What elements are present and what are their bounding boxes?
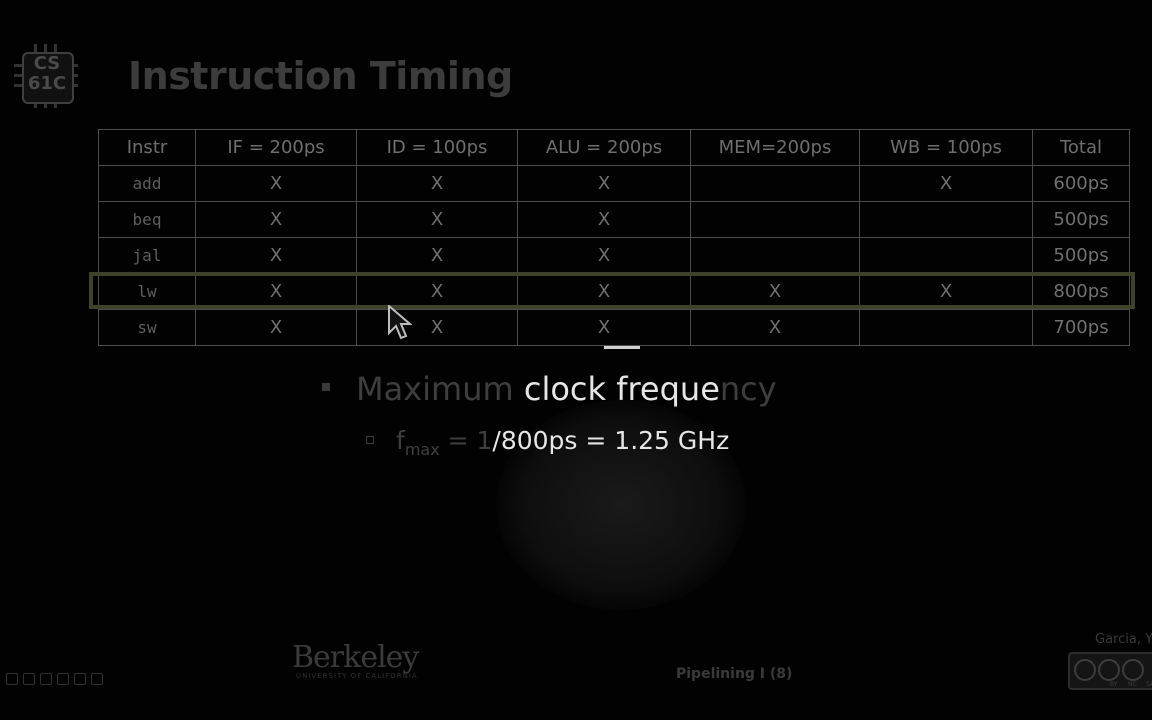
header-alu: ALU = 200ps [517,129,691,166]
zoom-icon[interactable] [57,673,69,685]
slide-control-icons[interactable] [6,670,108,685]
stage-cell: X [517,237,691,274]
instr-cell: jal [98,237,196,274]
prev-slide-icon[interactable] [6,673,18,685]
stage-cell [859,201,1033,238]
cc-sa-label: SA [1146,681,1152,688]
stage-cell [690,201,860,238]
stage-cell: X [195,237,357,274]
berkeley-logo-subtitle: UNIVERSITY OF CALIFORNIA [296,672,418,680]
slide: CS 61C Instruction Timing Instr IF = 200… [0,0,1152,720]
bullet-square-icon [322,383,330,391]
instr-cell: sw [98,309,196,346]
fmax-eq-dim: = 1 [439,426,493,455]
stage-cell [859,309,1033,346]
table-row: jal X X X 500ps [98,237,1130,274]
stage-cell: X [356,201,518,238]
instr-cell: add [98,165,196,202]
slides-grid-icon[interactable] [40,673,52,685]
stage-cell: X [195,201,357,238]
bullet-max-clock: Maximum clock frequency [322,370,777,408]
header-mem: MEM=200ps [690,129,860,166]
header-id: ID = 100ps [356,129,518,166]
cursor-pointer-icon [388,303,413,345]
logo-line1: CS [33,53,61,74]
text-caret-mark [604,346,640,349]
slide-footer-author: Garcia, Yo [1095,632,1152,647]
total-cell: 600ps [1032,165,1130,202]
stage-cell [690,165,860,202]
stage-cell: X [356,309,518,346]
cs61c-logo: CS 61C [14,44,78,108]
stage-cell: X [690,309,860,346]
logo-line2: 61C [27,73,67,94]
lw-row-highlight [89,272,1135,309]
stage-cell: X [859,165,1033,202]
stage-cell: X [356,165,518,202]
total-cell: 500ps [1032,237,1130,274]
fmax-f: f [396,426,405,455]
table-row: sw X X X X 700ps [98,309,1130,346]
berkeley-logo: Berkeley [292,640,419,675]
table-row: add X X X X 600ps [98,165,1130,202]
instr-cell: beq [98,201,196,238]
next-slide-icon[interactable] [91,673,103,685]
header-total: Total [1032,129,1130,166]
sub-bullet-square-icon [366,436,374,444]
menu-icon[interactable] [74,673,86,685]
bullet-text-dim: Maximum [356,370,524,408]
total-cell: 700ps [1032,309,1130,346]
table-row: beq X X X 500ps [98,201,1130,238]
stage-cell: X [195,165,357,202]
stage-cell: X [517,201,691,238]
sub-bullet-fmax: fmax = 1/800ps = 1.25 GHz [366,426,730,459]
stage-cell: X [517,165,691,202]
cc-by-label: BY [1110,681,1118,688]
stage-cell [859,237,1033,274]
slide-title: Instruction Timing [128,54,513,98]
bullet-text-bright: clock freque [523,370,720,408]
timing-table: Instr IF = 200ps ID = 100ps ALU = 200ps … [98,129,1130,346]
pen-icon[interactable] [23,673,35,685]
stage-cell: X [356,237,518,274]
stage-cell: X [517,309,691,346]
fmax-subscript: max [404,440,440,459]
header-instr: Instr [98,129,196,166]
header-if: IF = 200ps [195,129,357,166]
creative-commons-icon: BY NC SA [1068,652,1152,690]
total-cell: 500ps [1032,201,1130,238]
stage-cell [690,237,860,274]
stage-cell: X [195,309,357,346]
bullet-text-dim-end: ncy [719,370,777,408]
header-wb: WB = 100ps [859,129,1033,166]
cc-nc-label: NC [1128,681,1137,688]
fmax-value-bright: /800ps = 1.25 GHz [492,426,730,455]
slide-footer-section: Pipelining I (8) [676,666,793,682]
table-header-row: Instr IF = 200ps ID = 100ps ALU = 200ps … [98,129,1130,166]
